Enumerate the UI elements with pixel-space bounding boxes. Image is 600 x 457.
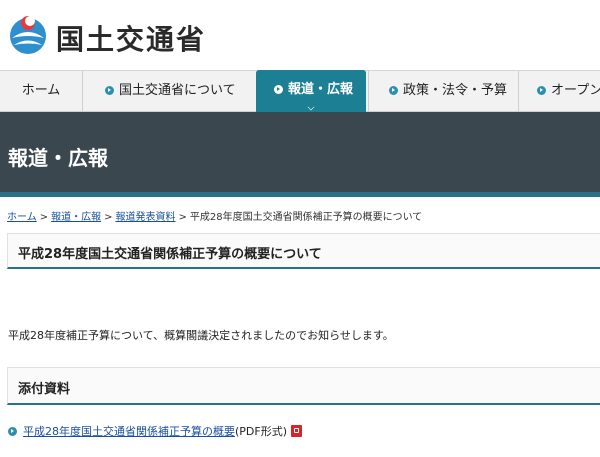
section-banner: 報道・広報 — [0, 112, 600, 192]
attachment-item: 平成28年度国土交通省関係補正予算の概要(PDF形式) — [8, 423, 303, 439]
breadcrumb: ホーム > 報道・広報 > 報道発表資料 > 平成28年度国土交通省関係補正予算の概要につい… — [7, 208, 422, 223]
breadcrumb-releases-link[interactable]: 報道発表資料 — [115, 212, 175, 223]
site-logo-text[interactable]: 国土交通省 — [56, 18, 206, 58]
page-title-box: 平成28年度国土交通省関係補正予算の概要について — [7, 233, 600, 269]
breadcrumb-home-link[interactable]: ホーム — [7, 212, 37, 223]
nav-open-label: オープン — [551, 83, 600, 98]
nav-about-label: 国土交通省について — [119, 83, 236, 98]
nav-press[interactable]: 報道・広報 — [256, 70, 366, 112]
nav-press-label: 報道・広報 — [288, 82, 354, 97]
attachments-heading-box: 添付資料 — [7, 367, 600, 405]
attachment-format: (PDF形式) — [235, 425, 288, 438]
attachments-heading: 添付資料 — [18, 382, 71, 397]
pdf-icon — [291, 425, 303, 437]
global-nav: ホーム 国土交通省について 報道・広報 政策・法令・予算 オープン — [0, 70, 600, 112]
banner-divider — [0, 192, 600, 197]
nav-open[interactable]: オープン — [518, 71, 600, 111]
attachment-link[interactable]: 平成28年度国土交通省関係補正予算の概要 — [23, 425, 235, 438]
nav-home[interactable]: ホーム — [0, 71, 82, 111]
arrow-circle-icon — [389, 86, 398, 95]
breadcrumb-separator: > — [39, 212, 49, 223]
section-banner-title: 報道・広報 — [8, 146, 108, 170]
arrow-circle-icon — [274, 85, 283, 94]
breadcrumb-current: 平成28年度国土交通省関係補正予算の概要について — [189, 212, 423, 223]
arrow-circle-icon — [8, 427, 17, 436]
breadcrumb-separator: > — [178, 212, 187, 223]
nav-policy[interactable]: 政策・法令・予算 — [368, 71, 518, 111]
site-header: 国土交通省 — [0, 0, 600, 70]
mlit-logo-icon[interactable] — [8, 12, 48, 58]
arrow-circle-icon — [537, 86, 546, 95]
breadcrumb-press-link[interactable]: 報道・広報 — [51, 212, 101, 223]
nav-policy-label: 政策・法令・予算 — [403, 83, 508, 98]
chevron-down-icon — [307, 103, 315, 111]
arrow-circle-icon — [105, 86, 114, 95]
nav-about[interactable]: 国土交通省について — [82, 71, 255, 111]
page-title: 平成28年度国土交通省関係補正予算の概要について — [18, 247, 322, 262]
lead-text: 平成28年度補正予算について、概算閣議決定されましたのでお知らせします。 — [8, 329, 394, 342]
nav-home-label: ホーム — [21, 83, 61, 98]
breadcrumb-separator: > — [104, 212, 113, 223]
